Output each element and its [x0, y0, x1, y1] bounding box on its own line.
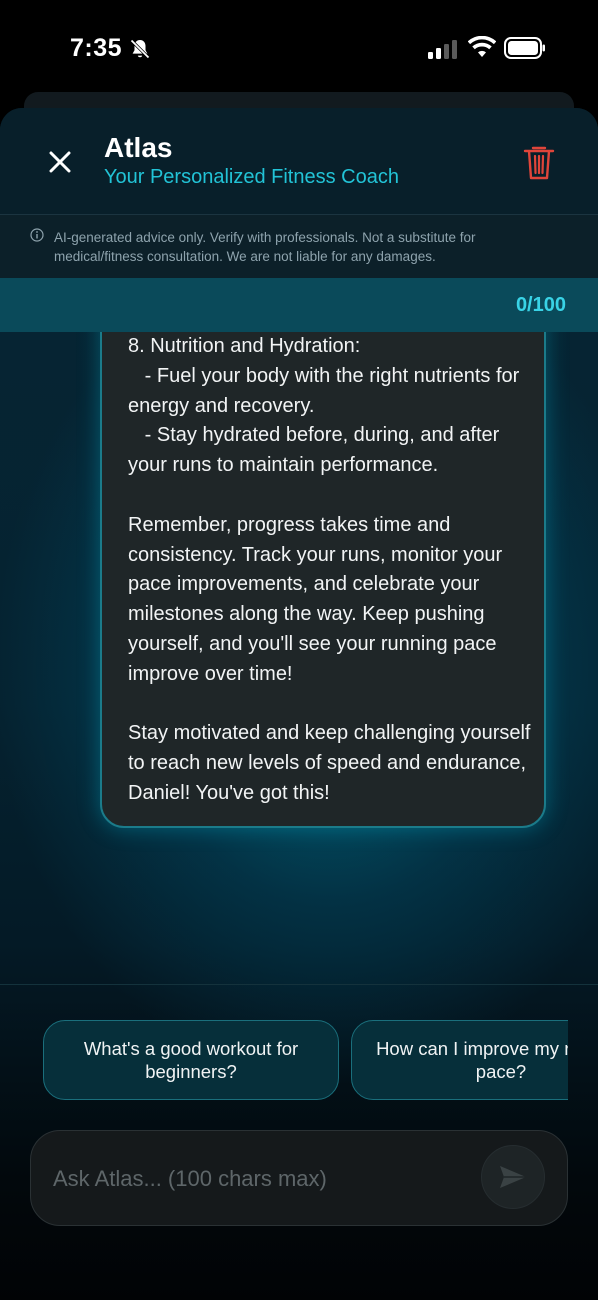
trash-icon[interactable] — [520, 142, 558, 182]
suggestion-chips: What's a good workout for beginners? How… — [0, 1020, 568, 1100]
coach-sheet: Atlas Your Personalized Fitness Coach AI… — [0, 108, 598, 1300]
status-time: 7:35 — [70, 34, 123, 62]
page-title: Atlas — [104, 132, 173, 163]
page-subtitle: Your Personalized Fitness Coach — [104, 166, 399, 188]
info-icon — [30, 228, 44, 242]
close-button[interactable] — [42, 144, 78, 180]
message-input-container — [30, 1130, 568, 1226]
disclaimer-text: AI-generated advice only. Verify with pr… — [54, 230, 476, 264]
divider — [0, 984, 598, 985]
message-input[interactable] — [53, 1161, 473, 1197]
bell-slash-icon — [130, 39, 150, 59]
signal-icon — [428, 40, 457, 59]
send-button[interactable] — [481, 1145, 545, 1209]
close-icon — [49, 151, 71, 173]
chat-area[interactable]: 8. Nutrition and Hydration: - Fuel your … — [0, 332, 598, 984]
wifi-icon — [468, 36, 496, 57]
suggestion-chip[interactable]: How can I improve my running pace? — [351, 1020, 568, 1100]
assistant-message-text: 8. Nutrition and Hydration: - Fuel your … — [128, 335, 531, 804]
status-bar: 7:35 — [0, 0, 598, 96]
counter-bar — [0, 278, 598, 332]
header: Atlas Your Personalized Fitness Coach — [0, 108, 598, 214]
message-counter: 0/100 — [515, 294, 566, 316]
battery-icon — [504, 37, 545, 59]
suggestion-chip[interactable]: What's a good workout for beginners? — [43, 1020, 339, 1100]
send-icon — [500, 1166, 526, 1188]
